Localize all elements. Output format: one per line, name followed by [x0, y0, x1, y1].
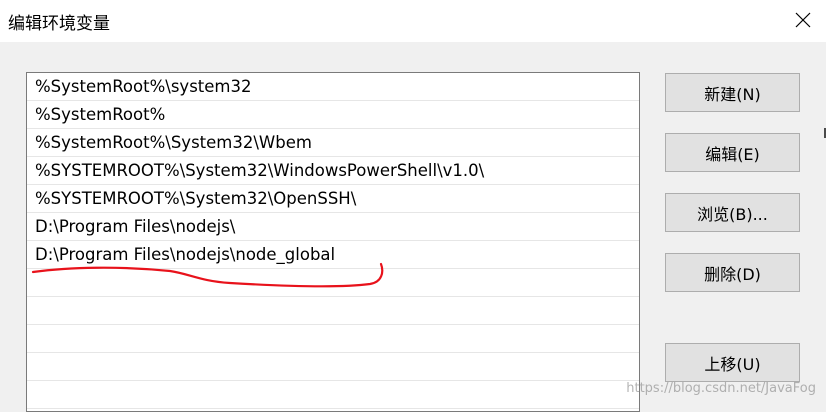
- edit-button[interactable]: 编辑(E): [665, 133, 800, 172]
- path-entry[interactable]: %SystemRoot%\system32: [27, 73, 639, 101]
- path-entry[interactable]: %SYSTEMROOT%\System32\OpenSSH\: [27, 185, 639, 213]
- path-entry[interactable]: %SYSTEMROOT%\System32\WindowsPowerShell\…: [27, 157, 639, 185]
- delete-button[interactable]: 删除(D): [665, 253, 800, 292]
- path-entry-empty[interactable]: [27, 325, 639, 353]
- watermark-text: https://blog.csdn.net/JavaFog: [626, 381, 816, 396]
- path-list[interactable]: %SystemRoot%\system32 %SystemRoot% %Syst…: [26, 72, 640, 412]
- close-icon: [795, 12, 811, 28]
- path-entry[interactable]: %SystemRoot%: [27, 101, 639, 129]
- browse-button[interactable]: 浏览(B)...: [665, 193, 800, 232]
- path-entry[interactable]: D:\Program Files\nodejs\node_global: [27, 241, 639, 269]
- path-entry-empty[interactable]: [27, 381, 639, 409]
- close-button[interactable]: [780, 0, 826, 40]
- path-entry[interactable]: D:\Program Files\nodejs\: [27, 213, 639, 241]
- path-entry-empty[interactable]: [27, 353, 639, 381]
- path-entry-empty[interactable]: [27, 269, 639, 297]
- new-button[interactable]: 新建(N): [665, 73, 800, 112]
- path-entry[interactable]: %SystemRoot%\System32\Wbem: [27, 129, 639, 157]
- path-entry-empty[interactable]: [27, 297, 639, 325]
- dialog-title: 编辑环境变量: [8, 14, 110, 34]
- title-bar: 编辑环境变量: [0, 0, 826, 42]
- move-up-button[interactable]: 上移(U): [665, 343, 800, 382]
